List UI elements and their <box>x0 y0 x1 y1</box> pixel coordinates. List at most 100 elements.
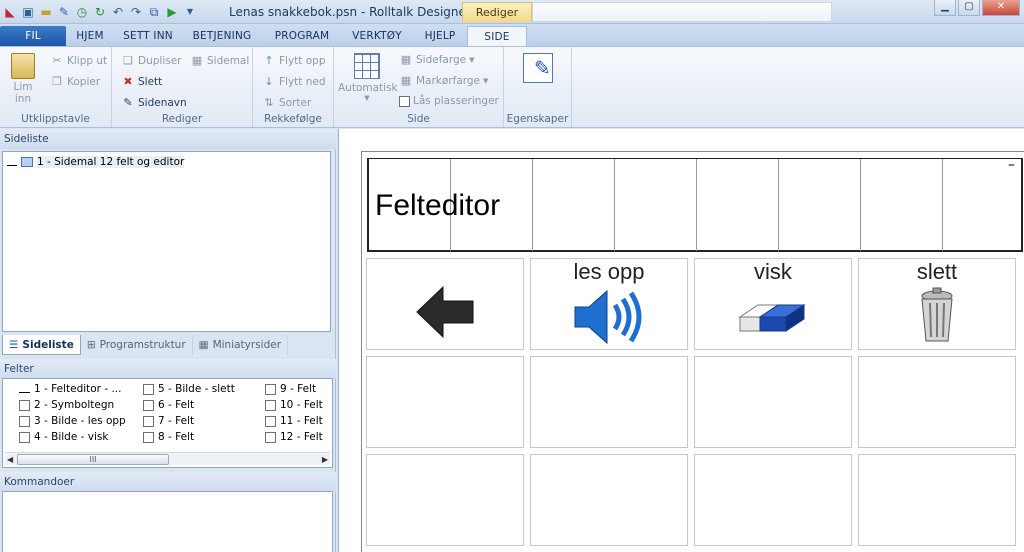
group-edit: ❏ Dupliser ▦ Sidemal ✖ Slett ✎ Sidenavn Redi… <box>112 47 253 127</box>
field-checkbox[interactable] <box>19 431 30 443</box>
field-checkbox[interactable] <box>265 399 276 411</box>
cell-visk[interactable]: visk <box>694 258 852 350</box>
field-label: 1 - Felteditor - ... <box>34 383 122 395</box>
field-checkbox[interactable] <box>143 383 154 395</box>
duplicate-button[interactable]: ❏ Dupliser <box>121 54 181 68</box>
field-checkbox[interactable] <box>19 399 30 411</box>
refresh-icon[interactable]: ↻ <box>92 4 108 20</box>
field-item[interactable]: 4 - Bilde - visk <box>19 429 126 445</box>
scroll-right-icon[interactable]: ▶ <box>322 453 328 466</box>
field-checkbox[interactable] <box>265 415 276 427</box>
tab-sett-inn[interactable]: SETT INN <box>117 26 179 46</box>
field-item[interactable]: 6 - Felt <box>143 397 235 413</box>
group-order: ↑ Flytt opp ↓ Flytt ned ⇅ Sorter Rekkefølge <box>253 47 334 127</box>
context-tab-rediger[interactable]: Rediger <box>462 2 532 22</box>
copy-button[interactable]: ❐ Kopier <box>50 75 100 89</box>
delete-button[interactable]: ✖ Slett <box>121 75 162 89</box>
move-down-button[interactable]: ↓ Flytt ned <box>262 75 325 89</box>
field-checkbox[interactable] <box>143 399 154 411</box>
field-item[interactable]: 9 - Felt <box>265 381 323 397</box>
page-tree[interactable]: 1 - Sidemal 12 felt og editor <box>2 151 331 332</box>
left-panel: Sideliste 1 - Sidemal 12 felt og editor … <box>0 129 336 552</box>
tree-item-label: 1 - Sidemal 12 felt og editor <box>37 156 185 168</box>
editor-slot <box>861 159 943 251</box>
empty-cell[interactable] <box>694 454 852 546</box>
cell-slett[interactable]: slett <box>858 258 1016 350</box>
fields-horizontal-scrollbar[interactable]: ◀ III ▶ <box>5 452 330 465</box>
tools-icon[interactable]: ✎ <box>56 4 72 20</box>
field-item[interactable]: 11 - Felt <box>265 413 323 429</box>
clock-icon[interactable]: ◷ <box>74 4 90 20</box>
app-icon[interactable]: ◣ <box>2 4 18 20</box>
open-icon[interactable]: ▬ <box>38 4 54 20</box>
empty-cell[interactable] <box>694 356 852 448</box>
empty-cell[interactable] <box>530 356 688 448</box>
cell-les-opp[interactable]: les opp <box>530 258 688 350</box>
page-name-button[interactable]: ✎ Sidenavn <box>121 96 186 110</box>
tab-betjening[interactable]: BETJENING <box>187 26 257 46</box>
move-up-button[interactable]: ↑ Flytt opp <box>262 54 325 68</box>
undo-icon[interactable]: ↶ <box>110 4 126 20</box>
field-item[interactable]: 8 - Felt <box>143 429 235 445</box>
field-item[interactable]: 1 - Felteditor - ... <box>19 381 126 397</box>
empty-cell[interactable] <box>858 454 1016 546</box>
save-icon[interactable]: ▣ <box>20 4 36 20</box>
empty-cell[interactable] <box>858 356 1016 448</box>
close-button[interactable]: ✕ <box>982 0 1020 16</box>
field-item[interactable]: 10 - Felt <box>265 397 323 413</box>
sort-button[interactable]: ⇅ Sorter <box>262 96 311 110</box>
minimize-button[interactable]: ▁ <box>934 0 956 16</box>
tab-miniatyrsider[interactable]: ▦ Miniatyrsider <box>193 335 289 355</box>
edit-icon[interactable]: ⧉ <box>146 4 162 20</box>
field-item[interactable]: 2 - Symboltegn <box>19 397 126 413</box>
tab-program[interactable]: PROGRAM <box>268 26 336 46</box>
tab-side[interactable]: SIDE <box>467 26 527 46</box>
field-item[interactable]: 5 - Bilde - slett <box>143 381 235 397</box>
tab-hjem[interactable]: HJEM <box>66 26 114 46</box>
field-label: 10 - Felt <box>280 399 323 411</box>
tab-fil[interactable]: FIL <box>0 26 66 46</box>
field-checkbox[interactable] <box>19 415 30 427</box>
field-item[interactable]: 7 - Felt <box>143 413 235 429</box>
tab-verktoy[interactable]: VERKTØY <box>344 26 410 46</box>
pen-icon: ✎ <box>534 56 551 80</box>
dropdown-icon[interactable]: ▼ <box>182 4 198 20</box>
field-editor[interactable]: Felteditor – <box>367 157 1023 252</box>
page-color-button[interactable]: ▦ Sidefarge ▼ <box>399 53 475 67</box>
paste-button[interactable]: Lim inn <box>6 53 40 105</box>
cut-button[interactable]: ✂ Klipp ut <box>50 54 107 68</box>
tab-programstruktur[interactable]: ⊞ Programstruktur <box>81 335 193 355</box>
tab-hjelp[interactable]: HJELP <box>416 26 464 46</box>
field-checkbox[interactable] <box>265 431 276 443</box>
play-icon[interactable]: ▶ <box>164 4 180 20</box>
template-button[interactable]: ▦ Sidemal <box>190 54 250 68</box>
sideliste-header: Sideliste <box>0 129 336 149</box>
page-canvas: Felteditor – les opp visk slett <box>338 129 1024 552</box>
tree-item[interactable]: 1 - Sidemal 12 felt og editor <box>7 156 185 168</box>
field-label: 5 - Bilde - slett <box>158 383 235 395</box>
group-label-page: Side <box>407 113 430 125</box>
tab-sideliste[interactable]: ☰ Sideliste <box>2 335 81 355</box>
automatic-button[interactable]: Automatisk ▼ <box>338 53 398 102</box>
cell-back[interactable] <box>366 258 524 350</box>
delete-icon: ✖ <box>123 75 133 88</box>
field-item[interactable]: 12 - Felt <box>265 429 323 445</box>
field-item[interactable]: 3 - Bilde - les opp <box>19 413 126 429</box>
scroll-left-icon[interactable]: ◀ <box>7 453 13 466</box>
maximize-button[interactable]: ▢ <box>958 0 980 16</box>
scroll-thumb[interactable]: III <box>17 454 169 465</box>
properties-button[interactable]: ✎ <box>521 53 555 83</box>
commands-list[interactable] <box>2 491 333 552</box>
empty-cell[interactable] <box>366 356 524 448</box>
redo-icon[interactable]: ↷ <box>128 4 144 20</box>
lock-placement-checkbox[interactable]: Lås plasseringer <box>399 95 499 107</box>
group-page: Automatisk ▼ ▦ Sidefarge ▼ ▦ Markørfarge ▼ L… <box>334 47 504 127</box>
field-checkbox[interactable] <box>143 415 154 427</box>
marker-color-button[interactable]: ▦ Markørfarge ▼ <box>399 74 489 88</box>
empty-cell[interactable] <box>530 454 688 546</box>
left-arrow-icon <box>367 283 523 341</box>
tab-programstruktur-label: Programstruktur <box>99 339 186 351</box>
field-checkbox[interactable] <box>265 383 276 395</box>
field-checkbox[interactable] <box>143 431 154 443</box>
empty-cell[interactable] <box>366 454 524 546</box>
